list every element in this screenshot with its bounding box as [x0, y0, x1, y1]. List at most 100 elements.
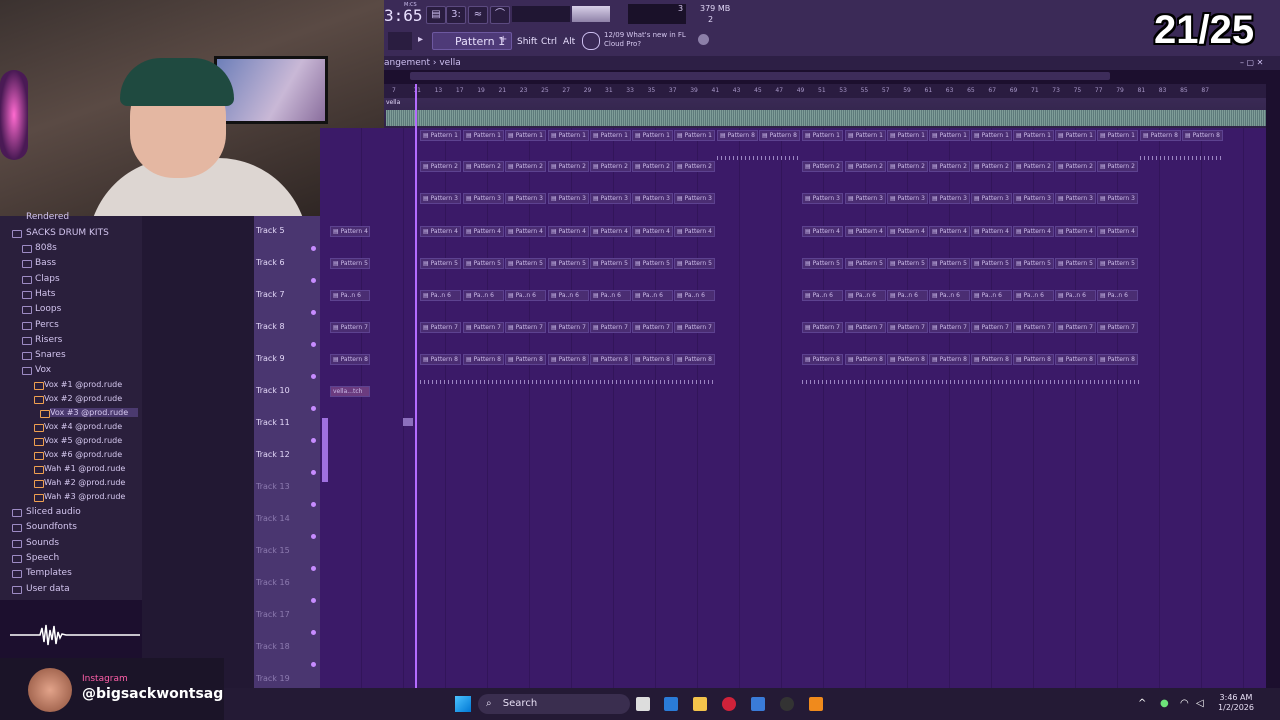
- pattern-clip[interactable]: ▤ Pattern 1: [887, 130, 928, 141]
- breadcrumb[interactable]: angement: [384, 58, 430, 68]
- track-mute-dot[interactable]: [311, 566, 316, 571]
- pattern-clip[interactable]: ▤ Pattern 4: [971, 226, 1012, 237]
- track-label[interactable]: Track 6: [256, 258, 285, 267]
- pattern-clip[interactable]: ▤ Pattern 8: [632, 354, 673, 365]
- pattern-clip[interactable]: ▤ Pattern 4: [330, 226, 370, 237]
- track-mute-dot[interactable]: [311, 278, 316, 283]
- track-label[interactable]: Track 7: [256, 290, 285, 299]
- pattern-clip[interactable]: ▤ Pattern 2: [802, 161, 843, 172]
- pattern-clip[interactable]: ▤ Pattern 8: [1013, 354, 1054, 365]
- pattern-clip[interactable]: ▤ Pattern 2: [929, 161, 970, 172]
- microphone-icon[interactable]: ●: [1160, 698, 1169, 709]
- pattern-clip[interactable]: ▤ Pattern 7: [548, 322, 589, 333]
- pattern-clip[interactable]: ▤ Pattern 4: [548, 226, 589, 237]
- browser-item[interactable]: 808s: [35, 243, 57, 253]
- track-label[interactable]: Track 15: [256, 546, 290, 555]
- pattern-clip[interactable]: ▤ Pattern 2: [1013, 161, 1054, 172]
- pattern-clip[interactable]: ▤ Pattern 2: [463, 161, 504, 172]
- track-mute-dot[interactable]: [311, 630, 316, 635]
- browser-file[interactable]: Wah #2 @prod.rude: [44, 478, 125, 487]
- system-clock[interactable]: 3:46 AM 1/2/2026: [1216, 693, 1256, 713]
- browser-file[interactable]: Vox #1 @prod.rude: [44, 380, 122, 389]
- pattern-clip[interactable]: ▤ Pattern 8: [845, 354, 886, 365]
- pattern-clip[interactable]: ▤ Pattern 2: [674, 161, 715, 172]
- wifi-icon[interactable]: ◠: [1180, 698, 1189, 709]
- pattern-clip[interactable]: ▤ Pattern 8: [929, 354, 970, 365]
- pattern-clip[interactable]: ▤ Pattern 1: [845, 130, 886, 141]
- pattern-clip[interactable]: ▤ Pattern 7: [505, 322, 546, 333]
- browser-item[interactable]: SACKS DRUM KITS: [26, 228, 109, 238]
- volume-icon[interactable]: ◁: [1196, 698, 1204, 709]
- track-label[interactable]: Track 5: [256, 226, 285, 235]
- pattern-clip[interactable]: ▤ Pattern 4: [505, 226, 546, 237]
- pattern-clip[interactable]: ▤ Pattern 1: [802, 130, 843, 141]
- pattern-clip[interactable]: ▤ Pa..n 6: [929, 290, 970, 301]
- pattern-clip[interactable]: ▤ Pattern 5: [1055, 258, 1096, 269]
- pattern-clip[interactable]: ▤ Pattern 5: [1013, 258, 1054, 269]
- pattern-clip[interactable]: ▤ Pattern 4: [632, 226, 673, 237]
- pattern-clip[interactable]: ▤ Pattern 7: [330, 322, 370, 333]
- track-label[interactable]: Track 10: [256, 386, 290, 395]
- pattern-clip[interactable]: ▤ Pattern 7: [420, 322, 461, 333]
- pattern-clip[interactable]: ▤ Pattern 8: [717, 130, 758, 141]
- pattern-clip[interactable]: ▤ Pa..n 6: [505, 290, 546, 301]
- pattern-clip[interactable]: ▤ Pattern 3: [548, 193, 589, 204]
- pattern-clip[interactable]: ▤ Pattern 3: [632, 193, 673, 204]
- pattern-clip[interactable]: ▤ Pattern 4: [1097, 226, 1138, 237]
- pattern-clip[interactable]: ▤ Pattern 2: [590, 161, 631, 172]
- pattern-clip[interactable]: ▤ Pa..n 6: [887, 290, 928, 301]
- pattern-clip[interactable]: ▤ Pattern 8: [590, 354, 631, 365]
- pattern-clip[interactable]: ▤ Pattern 2: [548, 161, 589, 172]
- pattern-clip[interactable]: ▤ Pattern 2: [1097, 161, 1138, 172]
- pattern-clip[interactable]: ▤ Pattern 5: [674, 258, 715, 269]
- pattern-clip[interactable]: ▤ Pattern 5: [330, 258, 370, 269]
- pattern-clip[interactable]: ▤ Pattern 3: [420, 193, 461, 204]
- pattern-clip[interactable]: ▤ Pattern 2: [505, 161, 546, 172]
- pattern-clip[interactable]: ▤ Pattern 4: [420, 226, 461, 237]
- track-mute-dot[interactable]: [311, 438, 316, 443]
- ctrl-key-button[interactable]: Ctrl: [538, 34, 561, 50]
- track-mute-dot[interactable]: [311, 598, 316, 603]
- pattern-clip[interactable]: ▤ Pattern 8: [420, 354, 461, 365]
- tempo-icon[interactable]: ⌒: [490, 6, 510, 24]
- pattern-clip[interactable]: ▤ Pattern 5: [887, 258, 928, 269]
- pattern-clip[interactable]: ▤ Pattern 4: [929, 226, 970, 237]
- pattern-clip[interactable]: ▤ Pattern 3: [463, 193, 504, 204]
- pattern-clip[interactable]: ▤ Pa..n 6: [1055, 290, 1096, 301]
- pattern-clip[interactable]: ▤ Pattern 7: [887, 322, 928, 333]
- track-label[interactable]: Track 14: [256, 514, 290, 523]
- master-volume[interactable]: [572, 6, 610, 22]
- pattern-clip[interactable]: ▤ Pattern 2: [845, 161, 886, 172]
- pattern-clip[interactable]: ▤ Pattern 1: [548, 130, 589, 141]
- news-ticker[interactable]: 12/09 What's new in FL Cloud Pro?: [604, 31, 696, 49]
- pattern-clip[interactable]: ▤ Pa..n 6: [971, 290, 1012, 301]
- pattern-clip[interactable]: ▤ Pattern 5: [420, 258, 461, 269]
- pattern-clip[interactable]: ▤ Pa..n 6: [1013, 290, 1054, 301]
- track-label[interactable]: Track 19: [256, 674, 290, 683]
- pattern-clip[interactable]: ▤ Pattern 2: [420, 161, 461, 172]
- pattern-clip[interactable]: ▤ Pattern 1: [1055, 130, 1096, 141]
- pattern-clip[interactable]: ▤ Pattern 4: [887, 226, 928, 237]
- pattern-clip[interactable]: ▤ Pattern 1: [929, 130, 970, 141]
- pattern-clip[interactable]: ▤ Pa..n 6: [420, 290, 461, 301]
- store-icon[interactable]: [751, 697, 765, 711]
- pattern-clip[interactable]: ▤ Pattern 5: [463, 258, 504, 269]
- wave-icon[interactable]: ≈: [468, 6, 488, 24]
- browser-item[interactable]: Sounds: [26, 538, 59, 548]
- pattern-clip[interactable]: ▤ Pattern 4: [802, 226, 843, 237]
- pattern-clip[interactable]: ▤ Pattern 5: [971, 258, 1012, 269]
- pattern-clip[interactable]: ▤ Pattern 2: [887, 161, 928, 172]
- browser-item[interactable]: User data: [26, 584, 70, 594]
- track-mute-dot[interactable]: [311, 246, 316, 251]
- track-mute-dot[interactable]: [311, 310, 316, 315]
- browser-item[interactable]: Vox: [35, 365, 51, 375]
- add-pattern-icon[interactable]: +: [499, 34, 507, 45]
- track-label[interactable]: Track 17: [256, 610, 290, 619]
- pattern-clip[interactable]: ▤ Pattern 7: [1097, 322, 1138, 333]
- pattern-clip[interactable]: ▤ Pattern 1: [1097, 130, 1138, 141]
- pattern-clip[interactable]: ▤ Pattern 4: [1055, 226, 1096, 237]
- pattern-clip[interactable]: ▤ Pa..n 6: [632, 290, 673, 301]
- pattern-clip[interactable]: ▤ Pattern 3: [845, 193, 886, 204]
- windows-start-icon[interactable]: [455, 696, 471, 712]
- pattern-clip[interactable]: ▤ Pattern 8: [548, 354, 589, 365]
